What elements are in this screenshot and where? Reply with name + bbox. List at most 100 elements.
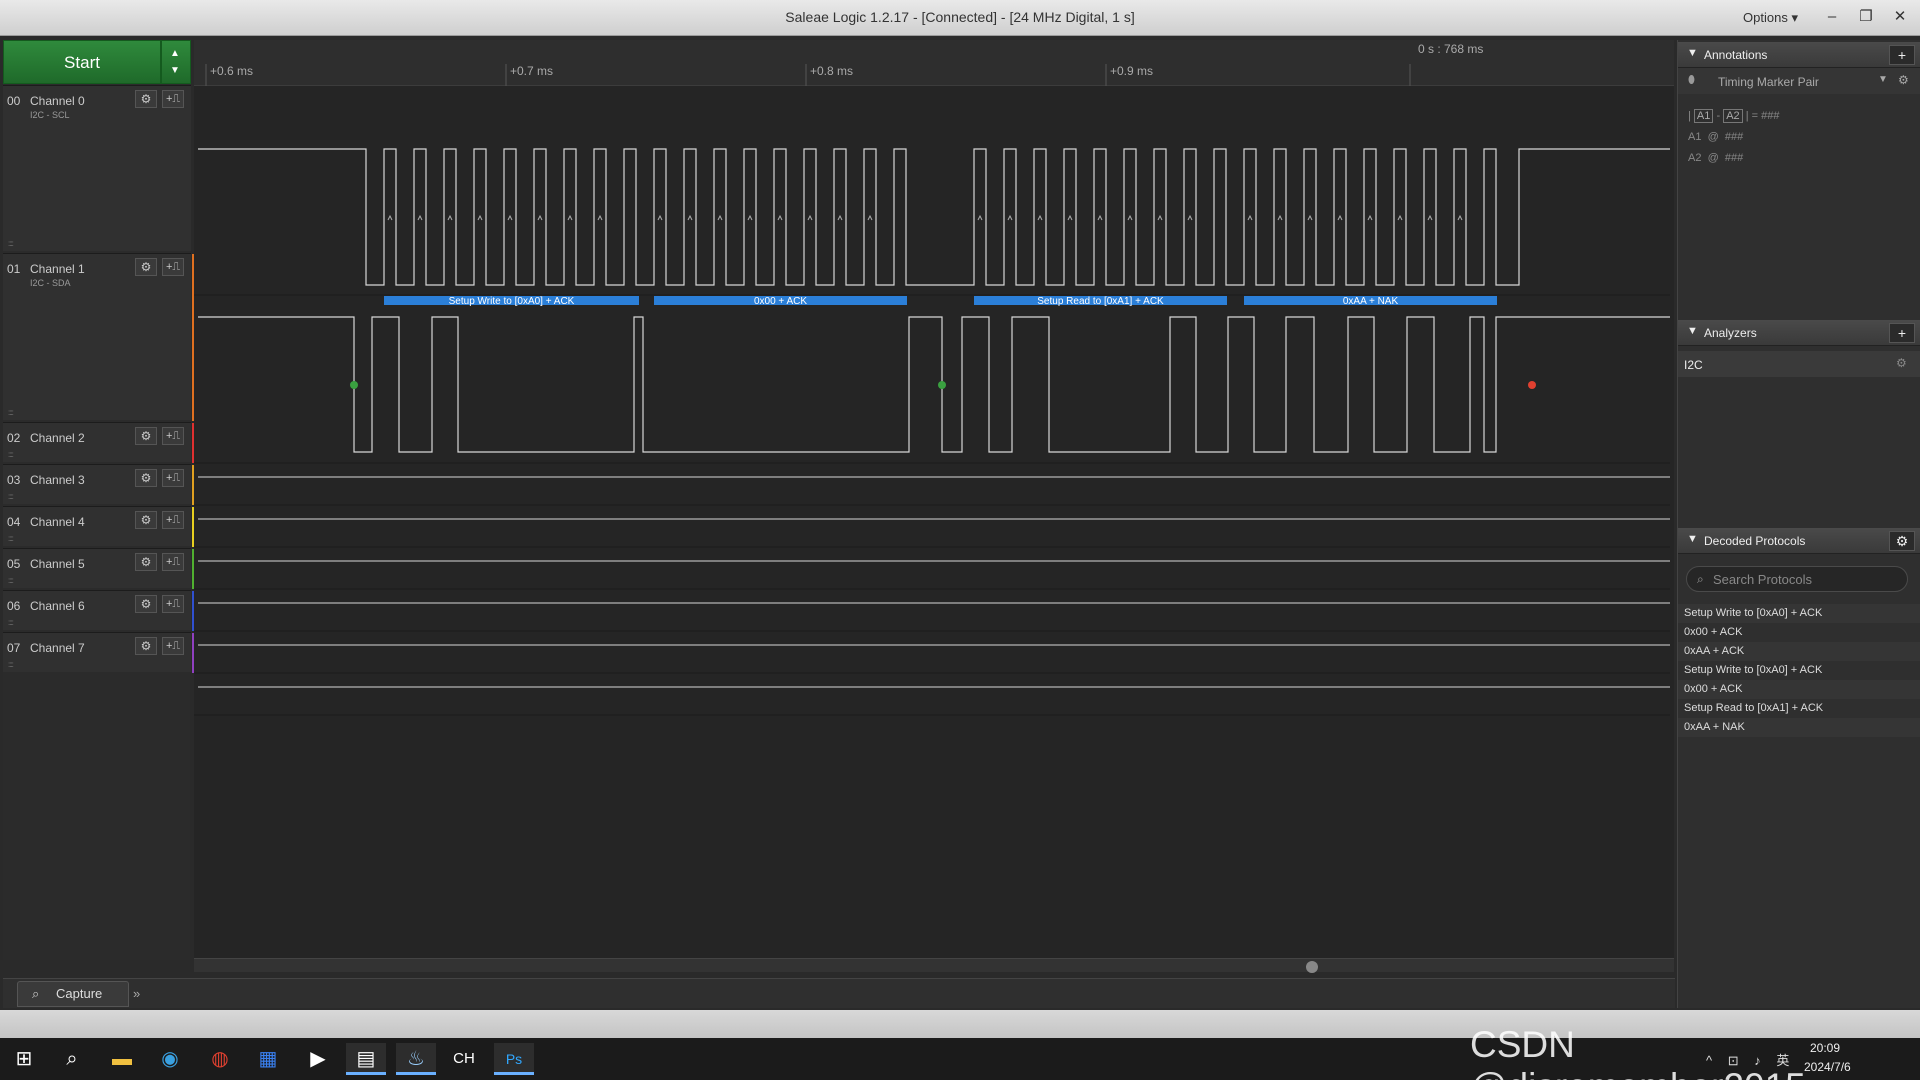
channel-number: 07 <box>7 641 21 655</box>
channel-name[interactable]: Channel 3 <box>30 473 85 487</box>
decoded-protocol-item[interactable]: Setup Read to [0xA1] + ACK <box>1678 699 1920 718</box>
decoded-frame-label: 0x00 + ACK <box>754 296 807 307</box>
media-player-icon[interactable]: ▶ <box>298 1043 338 1075</box>
channel-row[interactable]: 05 Channel 5 ⚙ +⎍:::: <box>3 548 197 589</box>
decoded-protocol-item[interactable]: 0xAA + ACK <box>1678 642 1920 661</box>
capture-tab[interactable]: ⌕ Capture <box>17 981 129 1007</box>
clock-edge-arrow <box>807 214 813 221</box>
a2-readout: A2 @ ### <box>1688 152 1744 164</box>
ch-app-icon[interactable]: CH <box>444 1043 484 1075</box>
chrome-browser-icon[interactable]: ◍ <box>200 1043 240 1075</box>
search-box[interactable]: ⌕ <box>1686 566 1908 592</box>
clock-edge-arrow <box>1277 214 1283 221</box>
decoded-protocol-item[interactable]: 0xAA + NAK <box>1678 718 1920 737</box>
decoded-protocols-header[interactable]: ▼ Decoded Protocols ⚙ <box>1678 528 1920 554</box>
search-icon[interactable]: ⌕ <box>52 1043 92 1075</box>
channel-name[interactable]: Channel 5 <box>30 557 85 571</box>
clock-edge-arrow <box>1307 214 1313 221</box>
analyzers-header[interactable]: ▼ Analyzers + <box>1678 320 1920 346</box>
annotations-header[interactable]: ▼ Annotations + <box>1678 42 1920 68</box>
channel-name[interactable]: Channel 7 <box>30 641 85 655</box>
saleae-logic-window: Saleae Logic 1.2.17 - [Connected] - [24 … <box>0 0 1920 1080</box>
clock-edge-arrow <box>747 214 753 221</box>
start-options-arrows[interactable]: ▲ ▼ <box>161 40 191 84</box>
windows-start-icon[interactable]: ⊞ <box>4 1043 44 1075</box>
channel-row[interactable]: 03 Channel 3 ⚙ +⎍:::: <box>3 464 197 505</box>
analyzer-item-i2c[interactable]: I2C ⚙ <box>1678 351 1920 377</box>
trigger-edge-icon[interactable]: +⎍ <box>162 90 184 108</box>
search-protocols-input[interactable] <box>1713 570 1903 588</box>
channel-name[interactable]: Channel 6 <box>30 599 85 613</box>
edge-browser-icon[interactable]: ◉ <box>150 1043 190 1075</box>
drag-grip-icon[interactable]: :::: <box>8 408 14 417</box>
channel-settings-gear-icon[interactable]: ⚙ <box>135 469 157 487</box>
saleae-logic-icon[interactable]: ▤ <box>346 1043 386 1075</box>
channel-settings-gear-icon[interactable]: ⚙ <box>135 427 157 445</box>
options-menu[interactable]: Options ▾ <box>1743 10 1798 26</box>
store-icon[interactable]: ▦ <box>248 1043 288 1075</box>
channel-name[interactable]: Channel 1 <box>30 262 85 276</box>
capture-icon: ⌕ <box>32 986 40 1001</box>
decoded-protocol-item[interactable]: Setup Write to [0xA0] + ACK <box>1678 661 1920 680</box>
decoded-protocol-item[interactable]: 0x00 + ACK <box>1678 623 1920 642</box>
trigger-edge-icon[interactable]: +⎍ <box>162 511 184 529</box>
channel-name[interactable]: Channel 2 <box>30 431 85 445</box>
clock-edge-arrow <box>1067 214 1073 221</box>
drag-grip-icon[interactable]: :::: <box>8 576 14 585</box>
channel-settings-gear-icon[interactable]: ⚙ <box>135 258 157 276</box>
drag-grip-icon[interactable]: :::: <box>8 239 14 248</box>
channel-row[interactable]: 00 Channel 0 I2C - SCL ⚙ +⎍:::: <box>3 85 197 252</box>
drag-grip-icon[interactable]: :::: <box>8 618 14 627</box>
trigger-edge-icon[interactable]: +⎍ <box>162 427 184 445</box>
clock-edge-arrow <box>1127 214 1133 221</box>
channel-panel: Start ▲ ▼ 00 Channel 0 I2C - SCL ⚙ +⎍:::: 01 C… <box>3 40 197 960</box>
channel-row[interactable]: 07 Channel 7 ⚙ +⎍:::: <box>3 632 197 673</box>
restore-button[interactable]: ❐ <box>1852 4 1880 30</box>
minimize-button[interactable]: – <box>1818 4 1846 30</box>
channel-settings-gear-icon[interactable]: ⚙ <box>135 511 157 529</box>
clock-edge-arrow <box>567 214 573 221</box>
channel-number: 02 <box>7 431 21 445</box>
analyzers-title: Analyzers <box>1704 326 1757 340</box>
start-button[interactable]: Start <box>3 40 161 84</box>
trigger-edge-icon[interactable]: +⎍ <box>162 637 184 655</box>
timing-marker-pair[interactable]: ⬮ Timing Marker Pair ▼ ⚙ <box>1678 68 1920 94</box>
drag-grip-icon[interactable]: :::: <box>8 660 14 669</box>
scrollbar-thumb[interactable] <box>1306 961 1318 973</box>
side-panel: ▼ Annotations + ⬮ Timing Marker Pair ▼ ⚙… <box>1677 40 1920 1008</box>
channel-settings-gear-icon[interactable]: ⚙ <box>135 595 157 613</box>
decoded-protocol-item[interactable]: 0x00 + ACK <box>1678 680 1920 699</box>
channel-row[interactable]: 01 Channel 1 I2C - SDA ⚙ +⎍:::: <box>3 253 197 421</box>
trigger-edge-icon[interactable]: +⎍ <box>162 595 184 613</box>
drag-grip-icon[interactable]: :::: <box>8 450 14 459</box>
drag-grip-icon[interactable]: :::: <box>8 492 14 501</box>
photoshop-icon[interactable]: Ps <box>494 1043 534 1075</box>
trigger-edge-icon[interactable]: +⎍ <box>162 258 184 276</box>
close-button[interactable]: ✕ <box>1886 4 1914 30</box>
horizontal-scrollbar[interactable] <box>194 958 1674 973</box>
channel-number: 05 <box>7 557 21 571</box>
trigger-edge-icon[interactable]: +⎍ <box>162 469 184 487</box>
channel-settings-gear-icon[interactable]: ⚙ <box>135 553 157 571</box>
channel-row[interactable]: 06 Channel 6 ⚙ +⎍:::: <box>3 590 197 631</box>
trigger-edge-icon[interactable]: +⎍ <box>162 553 184 571</box>
drag-grip-icon[interactable]: :::: <box>8 534 14 543</box>
gear-icon[interactable]: ⚙ <box>1889 531 1915 551</box>
dropdown-arrow-icon[interactable]: ▼ <box>1878 74 1888 85</box>
steam-icon[interactable]: ♨ <box>396 1043 436 1075</box>
channel-row[interactable]: 04 Channel 4 ⚙ +⎍:::: <box>3 506 197 547</box>
add-analyzer-button[interactable]: + <box>1889 323 1915 343</box>
waveform-area[interactable]: +0.6 ms +0.7 ms +0.8 ms +0.9 ms 0 s : 76… <box>194 40 1674 973</box>
channel-name[interactable]: Channel 0 <box>30 94 85 108</box>
channel-name[interactable]: Channel 4 <box>30 515 85 529</box>
a2-badge: A2 <box>1723 109 1743 123</box>
add-annotation-button[interactable]: + <box>1889 45 1915 65</box>
gear-icon[interactable]: ⚙ <box>1898 73 1909 87</box>
decoded-protocol-item[interactable]: Setup Write to [0xA0] + ACK <box>1678 604 1920 623</box>
gear-icon[interactable]: ⚙ <box>1896 356 1907 370</box>
channel-row[interactable]: 02 Channel 2 ⚙ +⎍:::: <box>3 422 197 463</box>
channel-settings-gear-icon[interactable]: ⚙ <box>135 637 157 655</box>
channel-settings-gear-icon[interactable]: ⚙ <box>135 90 157 108</box>
more-tabs-button[interactable]: » <box>133 986 140 1001</box>
file-explorer-icon[interactable]: ▬ <box>102 1043 142 1075</box>
